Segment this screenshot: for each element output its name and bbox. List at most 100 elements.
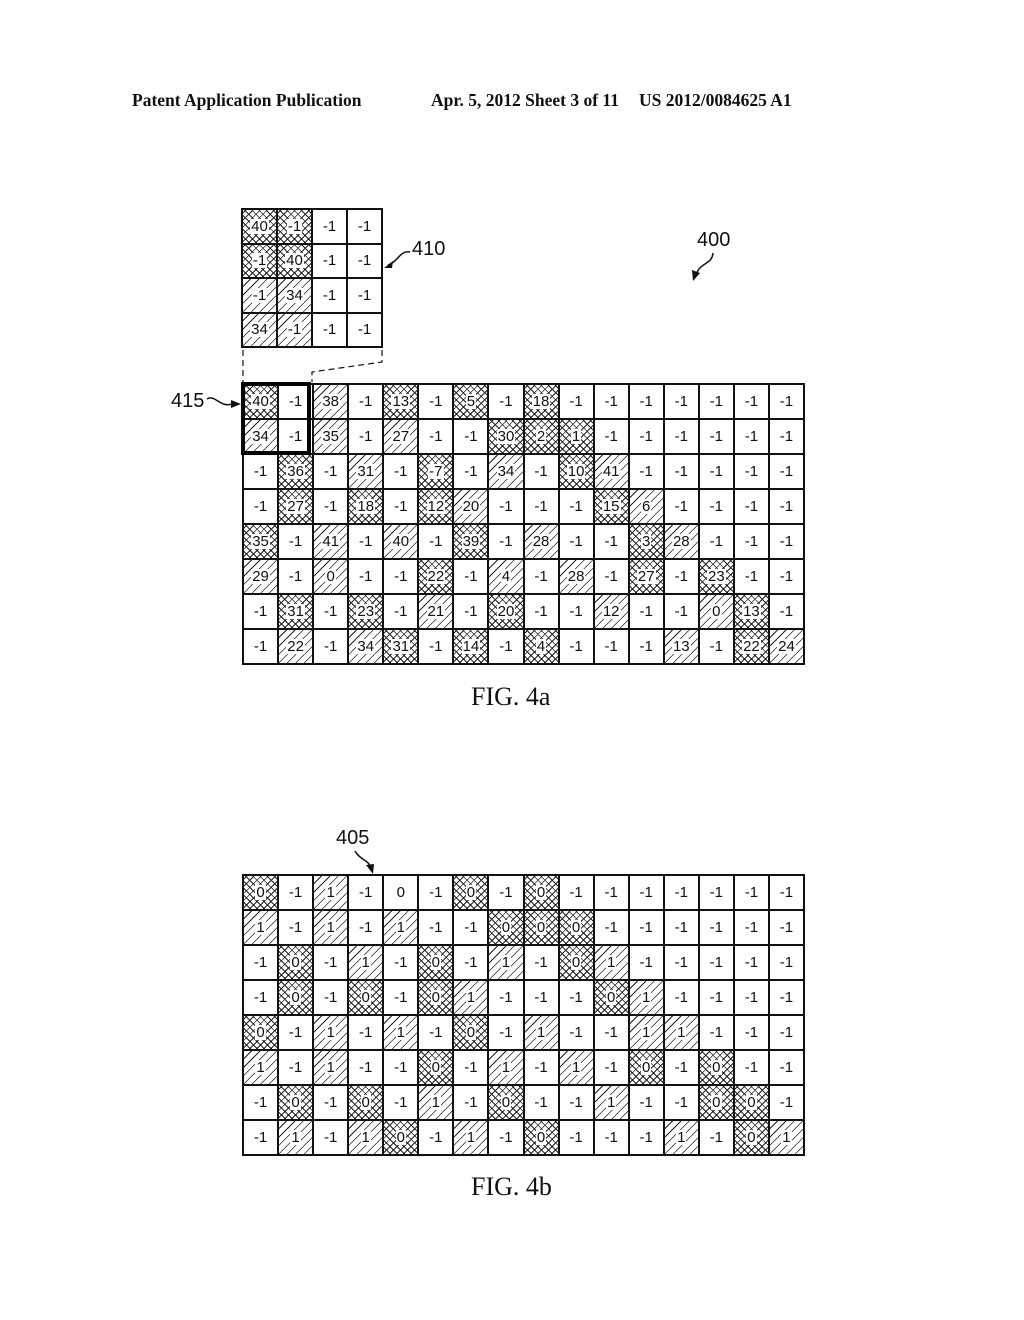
fig4a-cell: 30: [489, 420, 523, 453]
cell-value: 27: [391, 428, 411, 445]
cell-value: -1: [288, 393, 303, 410]
cell-value: 1: [325, 884, 336, 901]
cell-value: 1: [500, 1059, 512, 1076]
cell-value: -1: [253, 1094, 268, 1111]
cell-value: -1: [639, 919, 653, 936]
fig4a-cell: -1: [594, 560, 628, 593]
cell-value: -1: [323, 1094, 338, 1111]
cell-value: -1: [674, 568, 688, 585]
submatrix-410-cell: 34: [243, 313, 276, 346]
fig4a-cell: 3: [629, 525, 663, 558]
cell-value: -1: [639, 954, 653, 971]
submatrix-410-cell: -1: [278, 210, 311, 243]
fig4b-cell: -1: [279, 911, 313, 944]
cell-value: 0: [711, 603, 722, 620]
cell-value: 0: [360, 989, 371, 1006]
cell-value: -1: [359, 1024, 373, 1041]
fig4a-cell: -1: [699, 455, 733, 488]
cell-value: 36: [286, 463, 305, 480]
submatrix-410-cell: -1: [313, 313, 346, 346]
fig4b-cell: -1: [489, 1121, 523, 1154]
cell-value: -1: [322, 286, 337, 304]
fig4b-cell: 1: [594, 946, 628, 979]
cell-value: -1: [779, 603, 794, 620]
fig4a-cell: -1: [244, 630, 278, 663]
fig4a-cell: -1: [454, 455, 488, 488]
cell-value: -1: [359, 919, 373, 936]
cell-value: -1: [604, 533, 618, 550]
cell-value: 3: [641, 533, 652, 550]
fig4b-cell: -1: [384, 981, 418, 1014]
fig4b-cell: 0: [629, 1051, 663, 1084]
fig4a-cell: 12: [419, 490, 453, 523]
fig4a-cell: 22: [279, 630, 313, 663]
cell-value: -1: [534, 1059, 548, 1076]
fig4a-cell: -1: [734, 560, 768, 593]
cell-value: 0: [255, 884, 266, 901]
cell-value: 0: [746, 1129, 757, 1146]
cell-value: -1: [674, 1059, 688, 1076]
fig4b-cell: -1: [559, 1016, 593, 1049]
cell-value: -1: [323, 954, 338, 971]
cell-value: 31: [391, 638, 411, 655]
fig4b-cell: -1: [769, 946, 803, 979]
cell-value: -1: [429, 1024, 443, 1041]
cell-value: 27: [286, 498, 305, 515]
fig4b-cell: -1: [244, 946, 278, 979]
fig4b-cell: -1: [489, 1016, 523, 1049]
cell-value: 14: [461, 638, 481, 655]
cell-value: -1: [744, 463, 759, 480]
submatrix-410-cell: -1: [243, 279, 276, 312]
submatrix-410-cell: 34: [278, 279, 311, 312]
cell-value: -1: [429, 393, 443, 410]
fig4a-cell: -1: [699, 420, 733, 453]
cell-value: 1: [605, 954, 617, 971]
fig4a-cell: -1: [629, 630, 663, 663]
fig4b-cell: -1: [524, 946, 558, 979]
arrowhead-415: [231, 400, 241, 408]
cell-value: 13: [742, 603, 761, 620]
cell-value: -1: [569, 989, 583, 1006]
cell-value: 15: [601, 498, 621, 515]
fig4a-cell: 41: [314, 525, 348, 558]
cell-value: -1: [323, 989, 338, 1006]
cell-value: -1: [604, 568, 618, 585]
cell-value: -1: [674, 498, 688, 515]
fig4a-cell: -1: [559, 490, 593, 523]
cell-value: 24: [777, 638, 796, 655]
cell-value: -1: [322, 321, 337, 339]
cell-value: -1: [534, 989, 548, 1006]
cell-value: 29: [251, 568, 270, 585]
fig4b-cell: 1: [629, 1016, 663, 1049]
cell-value: -1: [604, 638, 618, 655]
cell-value: 1: [465, 989, 477, 1006]
cell-value: -1: [674, 603, 688, 620]
cell-value: -1: [288, 1059, 303, 1076]
cell-value: 4: [500, 568, 512, 585]
cell-value: -1: [639, 884, 653, 901]
cell-value: 31: [356, 463, 376, 480]
cell-value: 12: [601, 603, 621, 620]
cell-value: 0: [325, 568, 336, 585]
fig4b-cell: -1: [594, 1016, 628, 1049]
cell-value: -1: [779, 1094, 794, 1111]
cell-value: -1: [429, 1129, 443, 1146]
cell-value: 31: [286, 603, 305, 620]
fig4a-cell: 31: [279, 595, 313, 628]
fig4a-cell: -1: [594, 630, 628, 663]
cell-value: -1: [569, 1024, 583, 1041]
fig4b-cell: -1: [664, 981, 698, 1014]
cell-value: -1: [569, 638, 583, 655]
fig4b-cell: -1: [454, 946, 488, 979]
cell-value: 1: [325, 919, 336, 936]
cell-value: -1: [744, 884, 759, 901]
cell-value: 12: [426, 498, 446, 515]
fig4b-cell: -1: [419, 876, 453, 909]
fig4a-cell: -1: [489, 490, 523, 523]
fig4a-cell: -7: [419, 455, 453, 488]
cell-value: -1: [779, 428, 794, 445]
fig4a-cell: 31: [384, 630, 418, 663]
fig4b-cell: -1: [594, 876, 628, 909]
cell-value: 40: [251, 393, 270, 410]
cell-value: -1: [674, 1094, 688, 1111]
